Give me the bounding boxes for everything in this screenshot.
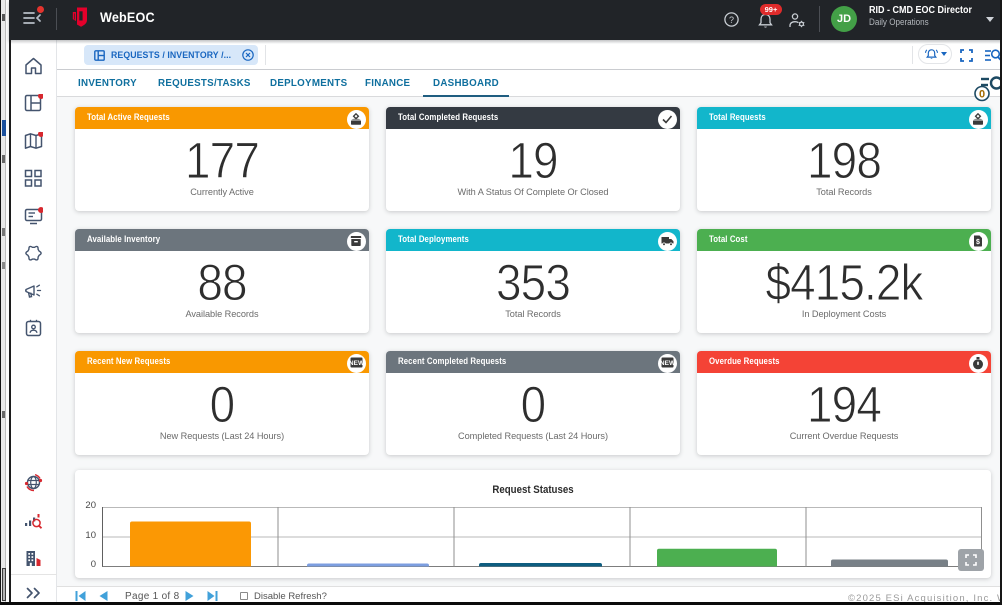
svg-text:?: ? — [729, 15, 734, 25]
svg-text:$: $ — [976, 239, 980, 246]
svg-text:0: 0 — [979, 89, 985, 101]
svg-text:NEW: NEW — [350, 360, 363, 367]
svg-text:NEW: NEW — [661, 360, 674, 367]
